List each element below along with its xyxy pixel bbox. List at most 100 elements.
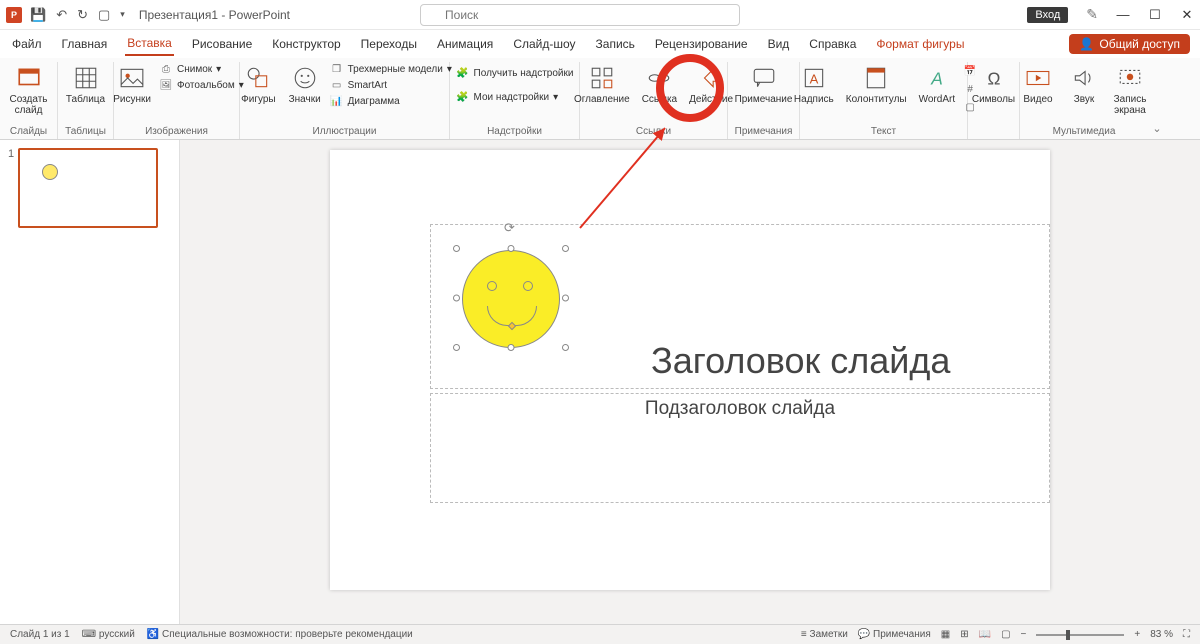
resize-handle[interactable] bbox=[453, 245, 460, 252]
comments-button[interactable]: 💬 Примечания bbox=[858, 629, 931, 640]
maximize-icon[interactable]: ☐ bbox=[1148, 7, 1162, 23]
tab-view[interactable]: Вид bbox=[766, 33, 792, 55]
pictures-button[interactable]: Рисунки bbox=[109, 62, 155, 107]
icons-button[interactable]: Значки bbox=[284, 62, 326, 107]
eye-left bbox=[487, 281, 497, 291]
screen-rec-icon bbox=[1116, 64, 1144, 92]
title-text[interactable]: Заголовок слайда bbox=[651, 340, 950, 382]
fit-to-window-icon[interactable]: ⛶ bbox=[1183, 629, 1190, 640]
slide[interactable]: Заголовок слайда Подзаголовок слайда ⟳ bbox=[330, 150, 1050, 590]
resize-handle[interactable] bbox=[453, 344, 460, 351]
store-icon: 🧩 bbox=[456, 66, 470, 80]
language-indicator[interactable]: ⌨ русский bbox=[82, 629, 135, 640]
zoom-slider[interactable] bbox=[1036, 634, 1124, 636]
tab-home[interactable]: Главная bbox=[60, 33, 110, 55]
smiley-shape[interactable] bbox=[462, 250, 560, 348]
tab-slideshow[interactable]: Слайд-шоу bbox=[511, 33, 577, 55]
tab-draw[interactable]: Рисование bbox=[190, 33, 254, 55]
tab-transitions[interactable]: Переходы bbox=[359, 33, 419, 55]
screenshot-button[interactable]: ⎙Снимок ▾ bbox=[159, 62, 244, 76]
subtitle-placeholder[interactable]: Подзаголовок слайда bbox=[430, 393, 1050, 503]
thumb-smiley-icon bbox=[42, 164, 58, 180]
redo-icon[interactable]: ↻ bbox=[77, 7, 88, 23]
smartart-button[interactable]: ▭SmartArt bbox=[330, 78, 452, 92]
share-button[interactable]: 👤 Общий доступ bbox=[1069, 34, 1190, 54]
tab-file[interactable]: Файл bbox=[10, 33, 44, 55]
thumb-number: 1 bbox=[8, 148, 14, 228]
zoom-out-icon[interactable]: − bbox=[1021, 629, 1027, 640]
tab-record[interactable]: Запись bbox=[594, 33, 637, 55]
slideshow-view-icon[interactable]: ▢ bbox=[1001, 629, 1010, 640]
audio-button[interactable]: Звук bbox=[1063, 62, 1105, 107]
accessibility-checker[interactable]: ♿ Специальные возможности: проверьте рек… bbox=[147, 629, 413, 640]
resize-handle[interactable] bbox=[508, 344, 515, 351]
save-icon[interactable]: 💾 bbox=[30, 7, 46, 23]
svg-text:A: A bbox=[930, 69, 943, 89]
tab-insert[interactable]: Вставка bbox=[125, 32, 174, 56]
group-slides-label: Слайды bbox=[6, 126, 51, 139]
tab-format-shape[interactable]: Формат фигуры bbox=[874, 33, 966, 55]
table-icon bbox=[72, 64, 100, 92]
new-slide-button[interactable]: Создать слайд bbox=[6, 62, 52, 118]
my-addins-button[interactable]: 🧩Мои надстройки ▾ bbox=[456, 90, 574, 104]
tab-animations[interactable]: Анимация bbox=[435, 33, 495, 55]
comment-button[interactable]: Примечание bbox=[731, 62, 797, 107]
zoom-level[interactable]: 83 % bbox=[1150, 629, 1173, 640]
selected-shape[interactable]: ⟳ bbox=[456, 248, 566, 348]
group-comments-label: Примечания bbox=[734, 126, 793, 139]
3d-models-button[interactable]: ❒Трехмерные модели ▾ bbox=[330, 62, 452, 76]
ribbon-tabs: Файл Главная Вставка Рисование Конструкт… bbox=[0, 30, 1200, 58]
reading-view-icon[interactable]: 📖 bbox=[979, 629, 991, 640]
chart-button[interactable]: 📊Диаграмма bbox=[330, 94, 452, 108]
zoom-toc-icon bbox=[588, 64, 616, 92]
normal-view-icon[interactable]: ▦ bbox=[941, 629, 950, 640]
link-button[interactable]: Ссылка bbox=[638, 62, 681, 107]
resize-handle[interactable] bbox=[562, 245, 569, 252]
tab-help[interactable]: Справка bbox=[807, 33, 858, 55]
tab-review[interactable]: Рецензирование bbox=[653, 33, 750, 55]
zoom-in-icon[interactable]: + bbox=[1134, 629, 1140, 640]
textbox-button[interactable]: AНадпись bbox=[790, 62, 838, 107]
action-icon bbox=[697, 64, 725, 92]
undo-icon[interactable]: ↶ bbox=[56, 7, 67, 23]
sorter-view-icon[interactable]: ⊞ bbox=[960, 629, 968, 640]
smartart-icon: ▭ bbox=[330, 78, 344, 92]
resize-handle[interactable] bbox=[453, 295, 460, 302]
slide-thumbnail-1[interactable] bbox=[18, 148, 158, 228]
search-input[interactable] bbox=[420, 4, 740, 26]
chart-icon: 📊 bbox=[330, 94, 344, 108]
shapes-icon bbox=[244, 64, 272, 92]
shapes-button[interactable]: Фигуры bbox=[237, 62, 279, 107]
minimize-icon[interactable]: — bbox=[1116, 7, 1130, 22]
subtitle-text[interactable]: Подзаголовок слайда bbox=[645, 398, 835, 420]
tab-design[interactable]: Конструктор bbox=[270, 33, 342, 55]
qat-more-icon[interactable]: ▾ bbox=[120, 9, 125, 20]
video-button[interactable]: Видео bbox=[1017, 62, 1059, 107]
group-tables-label: Таблицы bbox=[64, 126, 107, 139]
header-footer-button[interactable]: Колонтитулы bbox=[842, 62, 911, 107]
slideshow-icon[interactable]: ▢ bbox=[98, 7, 110, 23]
close-icon[interactable]: ✕ bbox=[1180, 7, 1194, 23]
wordart-button[interactable]: AWordArt bbox=[915, 62, 960, 107]
ribbon: Создать слайд Слайды Таблица Таблицы Рис… bbox=[0, 58, 1200, 140]
notes-button[interactable]: ≡ Заметки bbox=[801, 629, 848, 640]
get-addins-button[interactable]: 🧩Получить надстройки bbox=[456, 66, 574, 80]
zoom-button[interactable]: Оглавление bbox=[570, 62, 634, 107]
slide-counter[interactable]: Слайд 1 из 1 bbox=[10, 629, 70, 640]
table-button[interactable]: Таблица bbox=[62, 62, 109, 107]
rotate-handle[interactable]: ⟳ bbox=[504, 220, 518, 234]
login-button[interactable]: Вход bbox=[1027, 7, 1068, 23]
screen-record-button[interactable]: Запись экрана bbox=[1109, 62, 1151, 118]
symbol-icon: Ω bbox=[980, 64, 1008, 92]
symbols-button[interactable]: ΩСимволы bbox=[968, 62, 1019, 107]
resize-handle[interactable] bbox=[562, 344, 569, 351]
pencil-icon[interactable]: ✎ bbox=[1086, 6, 1098, 23]
photo-album-button[interactable]: 🖼Фотоальбом ▾ bbox=[159, 78, 244, 92]
slide-canvas[interactable]: Заголовок слайда Подзаголовок слайда ⟳ bbox=[180, 140, 1200, 624]
group-media-label: Мультимедиа bbox=[1026, 126, 1142, 139]
group-text-label: Текст bbox=[806, 126, 961, 139]
resize-handle[interactable] bbox=[562, 295, 569, 302]
group-images-label: Изображения bbox=[120, 126, 233, 139]
resize-handle[interactable] bbox=[508, 245, 515, 252]
group-addins-label: Надстройки bbox=[456, 126, 573, 139]
